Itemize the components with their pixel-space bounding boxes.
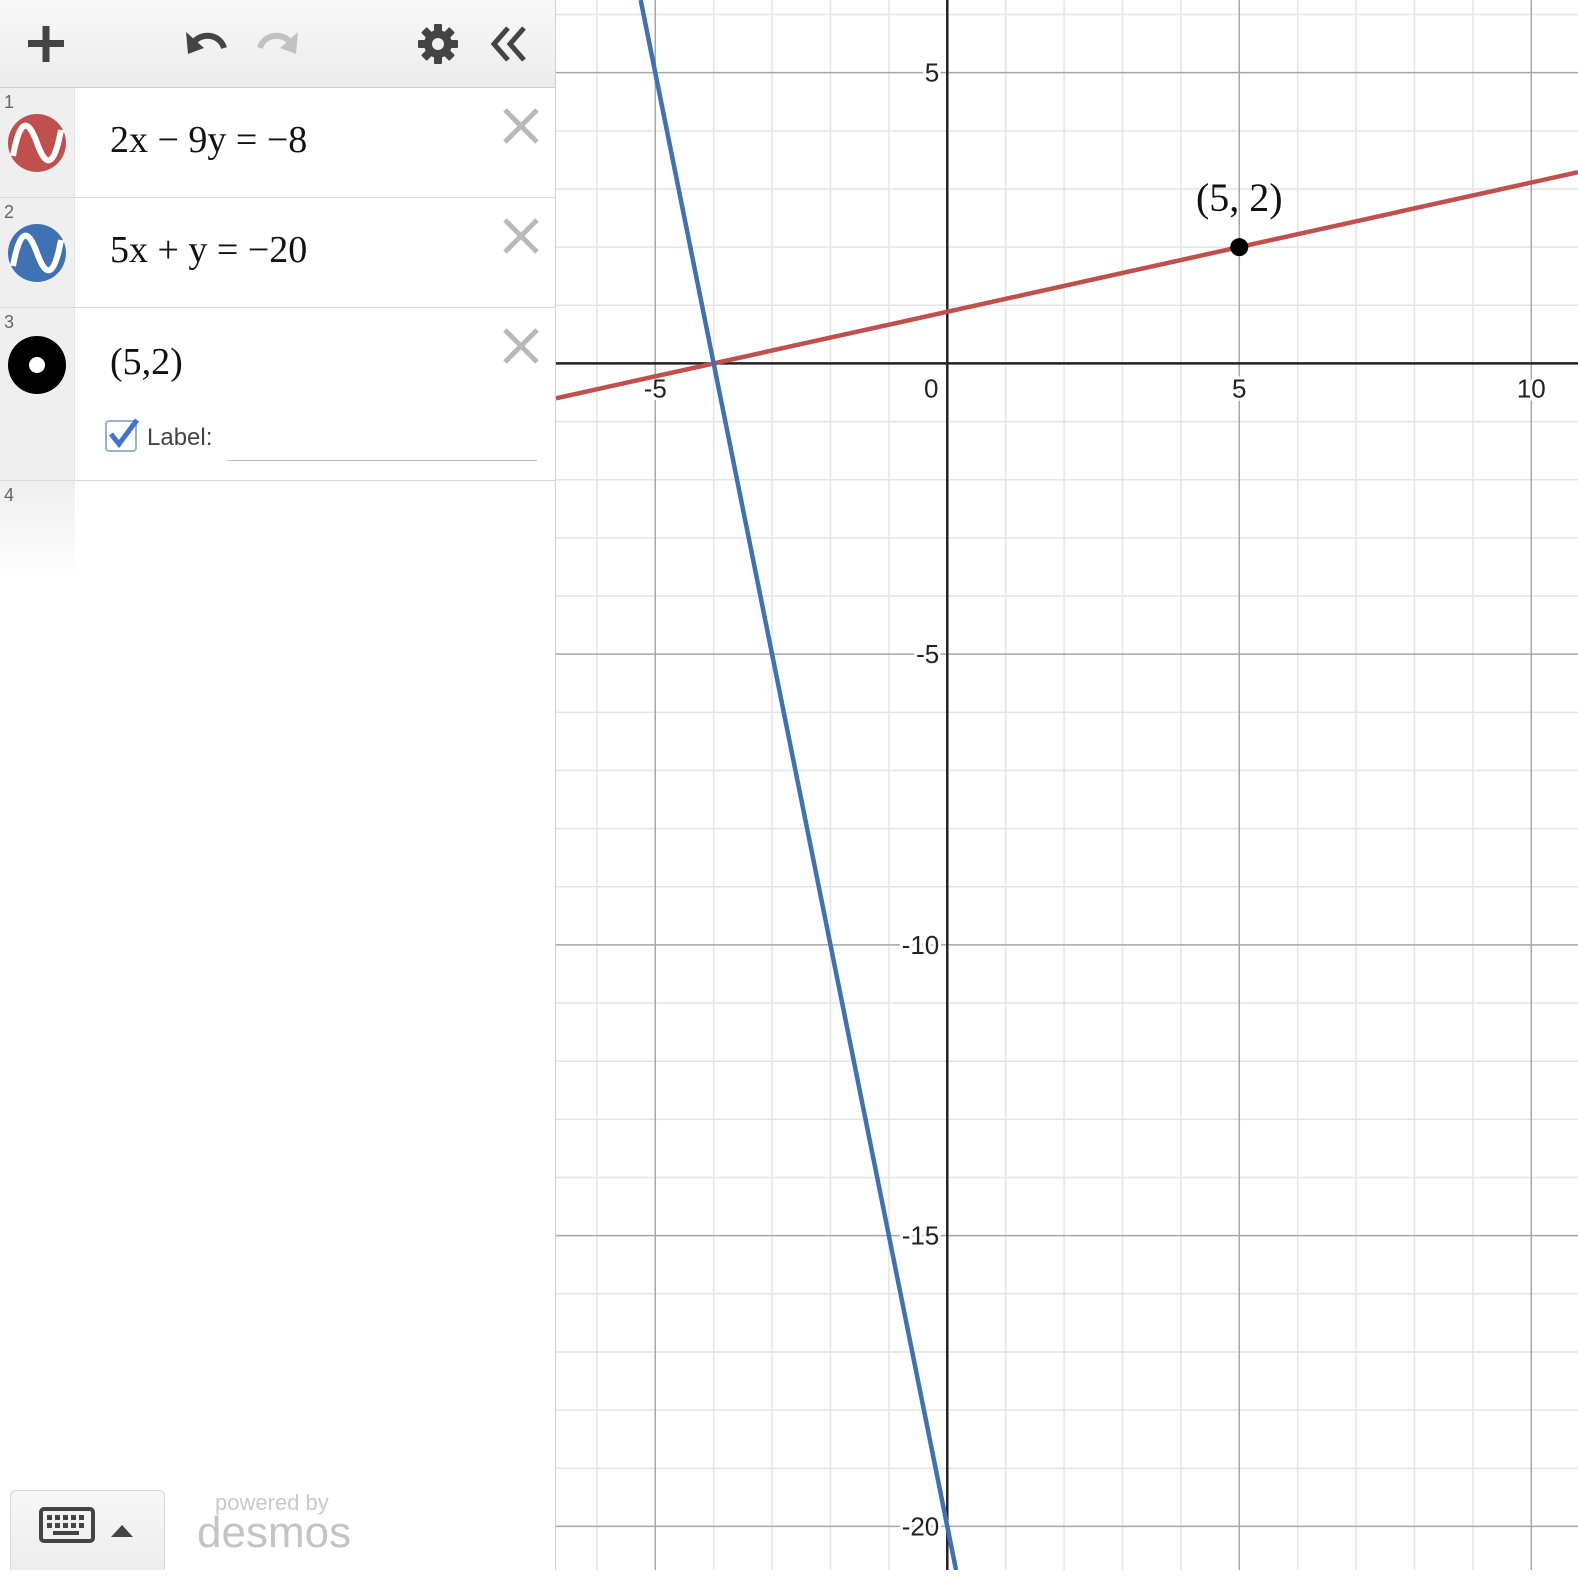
expression-math[interactable]: 2x − 9y = −8 [110, 118, 307, 162]
add-expression-button[interactable] [20, 18, 72, 70]
expression-row-3[interactable]: 3 (5,2) Label: [0, 308, 555, 481]
expression-row-2[interactable]: 2 5x + y = −20 [0, 198, 555, 308]
redo-button[interactable] [252, 18, 304, 70]
graph-canvas[interactable]: -5 0 5 105-5-10-15-20(5, 2) [556, 0, 1578, 1570]
point-icon[interactable] [8, 336, 66, 394]
branding[interactable]: powered by desmos [195, 1490, 375, 1560]
triangle-up-icon [111, 1525, 133, 1537]
delete-expression-button[interactable] [499, 214, 543, 258]
keyboard-icon [39, 1507, 133, 1543]
double-chevron-left-icon [490, 26, 526, 62]
undo-button[interactable] [180, 18, 232, 70]
close-icon [503, 218, 539, 254]
label-caption: Label: [147, 424, 213, 451]
toolbar [0, 0, 555, 88]
y-tick-label: -10 [902, 930, 940, 960]
delete-expression-button[interactable] [499, 104, 543, 148]
x-tick-label: 10 [1517, 373, 1546, 403]
y-tick-label: -15 [902, 1221, 940, 1251]
y-tick-label: -5 [916, 639, 939, 669]
expression-index: 3 [4, 312, 15, 332]
expression-row-1[interactable]: 1 2x − 9y = −8 [0, 88, 555, 198]
undo-icon [186, 32, 227, 54]
y-tick-label: 5 [925, 58, 939, 88]
desmos-logo: desmos [197, 1508, 352, 1557]
expression-index: 1 [4, 92, 15, 112]
expression-math[interactable]: (5,2) [110, 340, 183, 384]
wave-icon[interactable] [8, 224, 66, 282]
checkmark-icon [109, 418, 139, 449]
expression-gutter: 1 [0, 88, 75, 197]
expression-index: 4 [4, 485, 15, 505]
plus-icon [28, 26, 64, 62]
expression-row-4[interactable]: 4 [0, 481, 75, 581]
expression-math[interactable]: 5x + y = −20 [110, 228, 307, 272]
close-icon [503, 328, 539, 364]
settings-button[interactable] [412, 18, 464, 70]
graph-point [1230, 238, 1249, 257]
wave-icon[interactable] [8, 114, 66, 172]
delete-expression-button[interactable] [499, 324, 543, 368]
expression-panel: 1 2x − 9y = −8 2 5x + y = −20 3 (5,2) La… [0, 0, 556, 1570]
expression-gutter: 2 [0, 198, 75, 307]
collapse-panel-button[interactable] [484, 18, 536, 70]
label-input[interactable] [227, 418, 537, 461]
close-icon [503, 108, 539, 144]
y-tick-label: -20 [902, 1511, 940, 1541]
expression-gutter: 3 [0, 308, 75, 480]
graph-line [638, 0, 959, 1570]
gear-icon [418, 24, 458, 64]
redo-icon [257, 32, 298, 54]
x-tick-label: 0 [924, 373, 938, 403]
point-label: (5, 2) [1196, 175, 1283, 220]
label-checkbox[interactable] [105, 418, 139, 452]
expression-index: 2 [4, 202, 15, 222]
x-tick-label: 5 [1232, 373, 1246, 403]
keyboard-toggle-button[interactable] [10, 1490, 165, 1570]
